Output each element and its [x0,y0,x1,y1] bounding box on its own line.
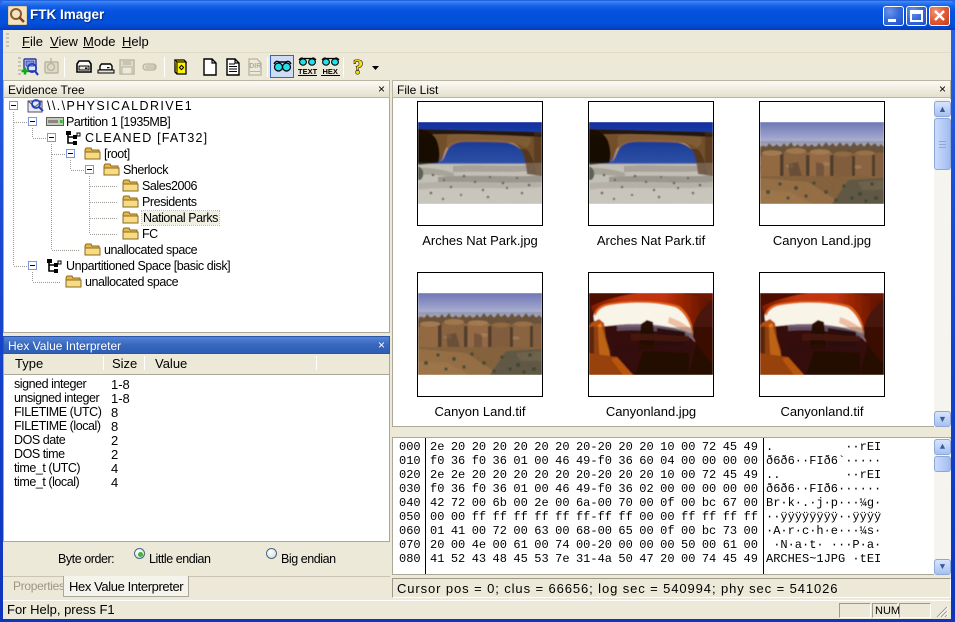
svg-text:HEX: HEX [323,67,338,76]
svg-text:DIR: DIR [249,63,261,70]
svg-text:TEXT: TEXT [298,67,318,76]
svg-text:?: ? [353,56,364,78]
